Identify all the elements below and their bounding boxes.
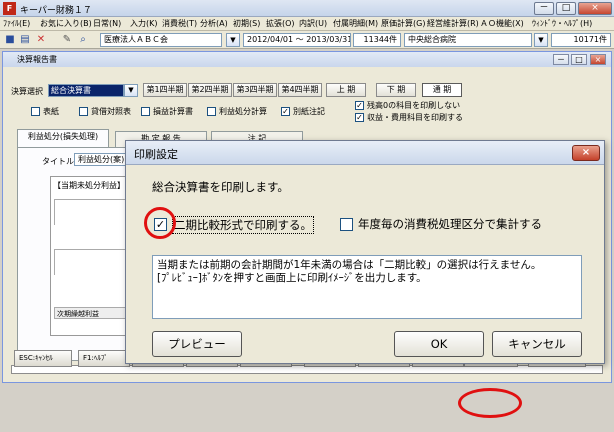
save-icon[interactable]: ■ bbox=[3, 33, 17, 46]
department-field[interactable]: 中央総合病院 bbox=[404, 33, 532, 47]
menu-ao[interactable]: ＡＯ機能(X) bbox=[480, 18, 524, 29]
app-title: キーパー財務１７ bbox=[20, 6, 92, 16]
period-q1-button[interactable]: 第1四半期 bbox=[143, 83, 187, 97]
ok-button[interactable]: OK bbox=[394, 331, 484, 357]
company-field[interactable]: 医療法人ＡＢＣ会 bbox=[100, 33, 222, 47]
delete-icon[interactable]: ✕ bbox=[34, 33, 48, 46]
income-statement-label: 損益計算書 bbox=[153, 107, 193, 116]
copy-icon[interactable]: ▤ bbox=[18, 33, 32, 46]
title-label: タイトル bbox=[42, 157, 74, 166]
checkbox-highlight-ring bbox=[144, 207, 176, 239]
dialog-close-button[interactable]: × bbox=[572, 145, 600, 161]
maximize-button[interactable]: □ bbox=[556, 2, 576, 15]
company-dropdown[interactable]: ▼ bbox=[226, 33, 240, 47]
period-q4-button[interactable]: 第4四半期 bbox=[278, 83, 322, 97]
f8-highlight-ring bbox=[458, 388, 522, 418]
menu-favorites[interactable]: お気に入り(B) bbox=[40, 18, 92, 29]
report-maximize-button[interactable]: □ bbox=[571, 54, 587, 65]
search-icon[interactable]: ⌕ bbox=[76, 33, 90, 46]
row-box-1[interactable] bbox=[54, 199, 126, 225]
menu-cost[interactable]: 原価計算(G) bbox=[381, 18, 425, 29]
dialog-title: 印刷設定 bbox=[134, 148, 178, 161]
menu-breakdown[interactable]: 内訳(U) bbox=[299, 18, 327, 29]
report-minimize-button[interactable]: － bbox=[553, 54, 569, 65]
toolbar: ■ ▤ ✕ ✎ ⌕ 医療法人ＡＢＣ会 ▼ 2012/04/01 ～ 2013/0… bbox=[0, 31, 614, 49]
department-dropdown[interactable]: ▼ bbox=[534, 33, 548, 47]
hide-zero-checkbox[interactable]: ✓ bbox=[355, 101, 364, 110]
menu-input[interactable]: 入力(K) bbox=[130, 18, 158, 29]
count-field: 11344件 bbox=[353, 33, 401, 47]
notes-checkbox[interactable]: ✓ bbox=[281, 107, 290, 116]
period-q2-button[interactable]: 第2四半期 bbox=[188, 83, 232, 97]
dept-count-field: 10171件 bbox=[551, 33, 611, 47]
menu-bar: ﾌｧｲﾙ(E) お気に入り(B) 日常(N) 入力(K) 消費税(T) 分析(A… bbox=[0, 17, 614, 31]
menu-tax[interactable]: 消費税(T) bbox=[162, 18, 197, 29]
notes-label: 別紙注記 bbox=[293, 107, 325, 116]
esc-cancel-button[interactable]: ESC:ｷｬﾝｾﾙ bbox=[14, 350, 72, 367]
cancel-button[interactable]: キャンセル bbox=[492, 331, 582, 357]
period-q3-button[interactable]: 第3四半期 bbox=[233, 83, 277, 97]
carry-forward-label: 次期繰越利益 bbox=[57, 310, 99, 318]
selection-label: 決算選択 bbox=[11, 87, 43, 96]
selection-combo[interactable]: 総合決算書 bbox=[48, 84, 124, 97]
profit-table: 【当期未処分利益】 次期繰越利益 bbox=[50, 176, 126, 336]
dialog-titlebar: 印刷設定 × bbox=[126, 141, 604, 165]
selection-dropdown-icon[interactable]: ▼ bbox=[124, 84, 138, 97]
period-full-year-button[interactable]: 通 期 bbox=[422, 83, 462, 97]
tab-profit-appropriation[interactable]: 利益処分(損失処理) bbox=[17, 129, 109, 147]
yearly-tax-checkbox[interactable] bbox=[340, 218, 353, 231]
app-icon: F bbox=[3, 2, 16, 15]
period-first-half-button[interactable]: 上 期 bbox=[326, 83, 366, 97]
close-button[interactable]: × bbox=[578, 2, 612, 15]
carry-forward-row: 次期繰越利益 bbox=[54, 307, 126, 319]
menu-file[interactable]: ﾌｧｲﾙ(E) bbox=[3, 18, 30, 29]
profit-appropriation-checkbox[interactable] bbox=[207, 107, 216, 116]
menu-appendix[interactable]: 付属明細(M) bbox=[333, 18, 378, 29]
balance-sheet-label: 貸借対照表 bbox=[91, 107, 131, 116]
report-window-title: 決算報告書 bbox=[17, 55, 57, 64]
report-window-titlebar: 決算報告書 － □ × bbox=[3, 52, 611, 67]
menu-analysis[interactable]: 分析(A) bbox=[200, 18, 228, 29]
row-box-2[interactable] bbox=[54, 249, 126, 275]
menu-management[interactable]: 経営維計算(R) bbox=[427, 18, 479, 29]
dialog-note-box: 当期または前期の会計期間が1年未満の場合は「二期比較」の選択は行えません。 [ﾌ… bbox=[152, 255, 582, 319]
income-statement-checkbox[interactable] bbox=[141, 107, 150, 116]
period-field: 2012/04/01 ～ 2013/03/31 bbox=[243, 33, 351, 47]
menu-daily[interactable]: 日常(N) bbox=[93, 18, 121, 29]
cover-checkbox[interactable] bbox=[31, 107, 40, 116]
menu-extend[interactable]: 拡張(O) bbox=[266, 18, 295, 29]
print-pl-accounts-checkbox[interactable]: ✓ bbox=[355, 113, 364, 122]
section-heading: 【当期未処分利益】 bbox=[53, 181, 125, 190]
cover-label: 表紙 bbox=[43, 107, 59, 116]
yearly-tax-label: 年度毎の消費税処理区分で集計する bbox=[358, 217, 542, 231]
minimize-button[interactable]: － bbox=[534, 2, 554, 15]
print-settings-dialog: 印刷設定 × 総合決算書を印刷します。 ✓ 二期比較形式で印刷する。 年度毎の消… bbox=[125, 140, 605, 364]
preview-button[interactable]: プレビュー bbox=[152, 331, 242, 357]
menu-window-help[interactable]: ｳｨﾝﾄﾞｳ・ﾍﾙﾌﾟ(H) bbox=[532, 18, 592, 29]
app-titlebar: F キーパー財務１７ － □ × bbox=[0, 0, 614, 17]
print-pl-accounts-label: 収益・費用科目を印刷する bbox=[367, 113, 463, 122]
dialog-heading: 総合決算書を印刷します。 bbox=[152, 180, 289, 194]
period-second-half-button[interactable]: 下 期 bbox=[376, 83, 416, 97]
balance-sheet-checkbox[interactable] bbox=[79, 107, 88, 116]
f1-help-button[interactable]: F1:ﾍﾙﾌﾟ bbox=[78, 350, 130, 367]
tools-icon[interactable]: ✎ bbox=[60, 33, 74, 46]
menu-initial[interactable]: 初期(S) bbox=[233, 18, 260, 29]
report-close-button[interactable]: × bbox=[590, 54, 606, 65]
two-period-compare-label: 二期比較形式で印刷する。 bbox=[172, 216, 314, 234]
profit-appropriation-label: 利益処分計算 bbox=[219, 107, 267, 116]
hide-zero-label: 残高0の科目を印刷しない bbox=[367, 101, 461, 110]
